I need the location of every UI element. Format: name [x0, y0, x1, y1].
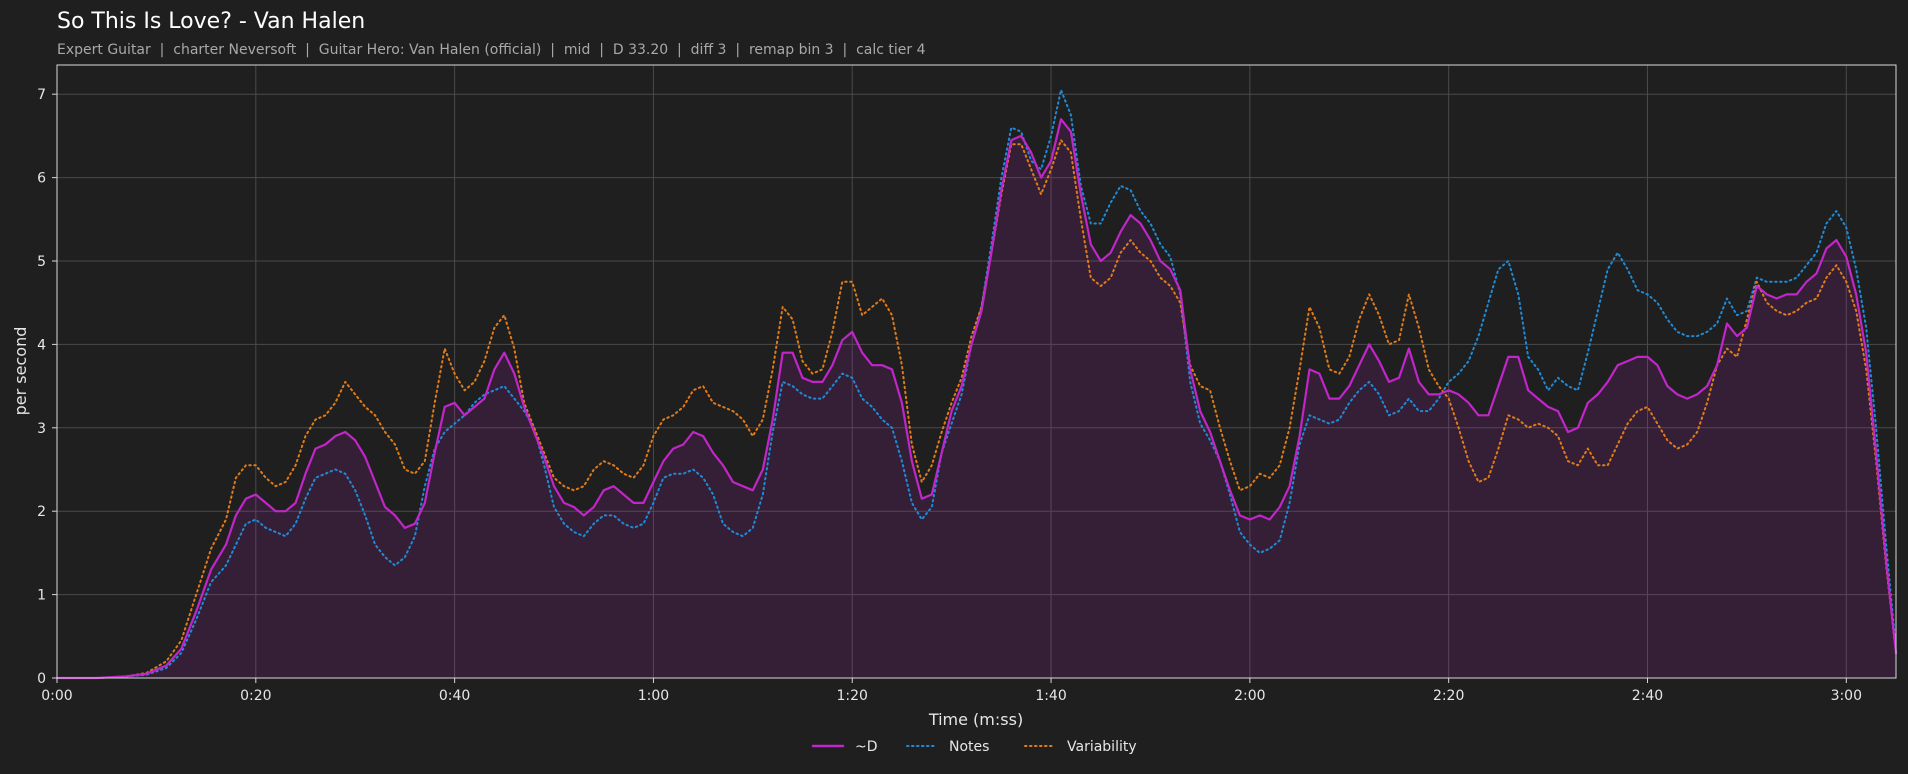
y-tick-label: 6 — [37, 171, 46, 187]
y-tick-label: 0 — [37, 671, 46, 687]
y-tick-label: 7 — [37, 87, 46, 103]
x-tick-label: 0:00 — [41, 688, 72, 704]
x-tick-label: 0:20 — [240, 688, 271, 704]
x-tick-label: 1:40 — [1035, 688, 1066, 704]
x-tick-label: 1:20 — [837, 688, 868, 704]
y-tick-label: 5 — [37, 254, 46, 270]
y-tick-label: 4 — [37, 337, 46, 353]
legend-label: Variability — [1067, 739, 1137, 755]
legend: ~D Notes Variability — [811, 739, 1137, 755]
x-tick-label: 1:00 — [638, 688, 669, 704]
y-tick-label: 2 — [37, 504, 46, 520]
y-tick-label: 1 — [37, 588, 46, 604]
x-tick-label: 0:40 — [439, 688, 470, 704]
x-axis-label: Time (m:ss) — [928, 710, 1023, 729]
chart-subtitle: Expert Guitar | charter Neversoft | Guit… — [57, 42, 926, 58]
x-tick-label: 2:00 — [1234, 688, 1265, 704]
plot-area: 0:00 0:20 0:40 1:00 1:20 1:40 2:00 2:20 2:40 3:00… — [37, 64, 1898, 704]
x-tick-label: 2:20 — [1433, 688, 1464, 704]
x-tick-label: 3:00 — [1831, 688, 1862, 704]
legend-label: ~D — [855, 739, 878, 755]
chart-figure: So This Is Love? - Van Halen Expert Guit… — [0, 0, 1908, 774]
legend-label: Notes — [949, 739, 989, 755]
y-axis-label: per second — [11, 327, 30, 416]
y-tick-label: 3 — [37, 421, 46, 437]
chart-title: So This Is Love? - Van Halen — [57, 9, 365, 34]
x-tick-label: 2:40 — [1632, 688, 1663, 704]
